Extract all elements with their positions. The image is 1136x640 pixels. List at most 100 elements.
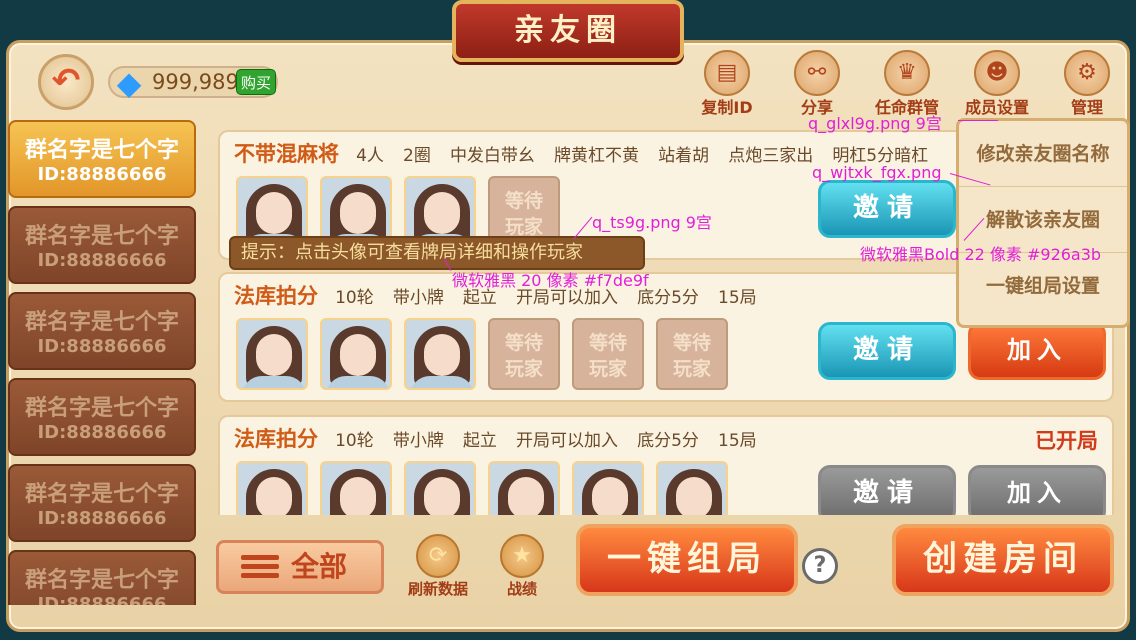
club-name: 群名字是七个字: [24, 224, 179, 249]
waiting-slot: 等待 玩家: [488, 318, 560, 390]
club-name: 群名字是七个字: [24, 310, 179, 335]
room-rule: 牌黄杠不黄: [554, 146, 640, 166]
annotation-line: [958, 120, 998, 121]
player-avatar[interactable]: [404, 318, 476, 390]
club-item[interactable]: 群名字是七个字 ID:88886666: [8, 206, 196, 284]
all-filter-button[interactable]: 全部: [216, 540, 384, 594]
crown-icon: ♛: [884, 50, 930, 96]
room-rule: 站着胡: [658, 146, 710, 166]
refresh-label: 刷新数据: [407, 580, 468, 598]
player-slots: [236, 461, 740, 515]
member-settings-button[interactable]: ☻ 成员设置: [952, 50, 1042, 117]
waiting-slot: 等待 玩家: [572, 318, 644, 390]
invite-button[interactable]: 邀请: [818, 322, 956, 380]
room-rule: 起立: [462, 431, 497, 451]
player-avatar[interactable]: [404, 461, 476, 515]
annotation-label: q_wjtxk_fgx.png: [812, 163, 942, 182]
invite-button[interactable]: 邀请: [818, 180, 956, 238]
player-avatar[interactable]: [320, 318, 392, 390]
room-rule: 开局可以加入: [516, 288, 619, 308]
room-rule: 10轮: [335, 288, 374, 308]
club-name: 群名字是七个字: [24, 482, 179, 507]
join-button[interactable]: 加入: [968, 465, 1106, 515]
copy-icon: ▤: [704, 50, 750, 96]
player-avatar[interactable]: [236, 318, 308, 390]
title-plate: 亲友圈: [452, 0, 684, 62]
appoint-admin-button[interactable]: ♛ 任命群管: [862, 50, 952, 117]
top-toolbar: ▤ 复制ID ⚯ 分享 ♛ 任命群管 ☻ 成员设置 ⚙ 管理: [682, 50, 1132, 117]
refresh-icon: ⟳: [416, 534, 460, 578]
room-rule: 带小牌: [392, 431, 444, 451]
copy-id-label: 复制ID: [701, 98, 753, 117]
person-icon: ☻: [974, 50, 1020, 96]
member-settings-label: 成员设置: [964, 98, 1029, 117]
player-avatar[interactable]: [236, 461, 308, 515]
manage-label: 管理: [1070, 98, 1103, 117]
room-header: 法库拍分 10轮 带小牌 起立 开局可以加入 底分5分 15局: [234, 423, 771, 453]
club-id: ID:88886666: [37, 422, 167, 443]
back-button[interactable]: ↶: [38, 54, 94, 110]
club-id: ID:88886666: [37, 594, 167, 605]
room-name: 法库拍分: [234, 284, 318, 308]
manage-button[interactable]: ⚙ 管理: [1042, 50, 1132, 117]
copy-id-button[interactable]: ▤ 复制ID: [682, 50, 772, 117]
club-id: ID:88886666: [37, 336, 167, 357]
diamond-icon: ◆: [116, 64, 142, 102]
bottom-bar: 全部 ⟳ 刷新数据 ★ 战绩 一键组局 ? 创建房间: [212, 520, 1118, 618]
hint-tooltip: 提示：点击头像可查看牌局详细和操作玩家: [229, 236, 645, 270]
quick-match-button[interactable]: 一键组局: [576, 524, 798, 596]
annotation-label: 微软雅黑 20 像素 #f7de9f: [452, 271, 649, 290]
create-room-button[interactable]: 创建房间: [892, 524, 1114, 596]
room-rule: 带小牌: [392, 288, 444, 308]
club-list: 群名字是七个字 ID:88886666 群名字是七个字 ID:88886666 …: [8, 120, 198, 605]
room-rule: 2圈: [403, 146, 431, 166]
trophy-icon: ★: [500, 534, 544, 578]
club-id: ID:88886666: [37, 250, 167, 271]
annotation-label: q_glxl9g.png 9宫: [808, 114, 942, 133]
player-slots: 等待 玩家 等待 玩家 等待 玩家: [236, 318, 740, 390]
room-status: 已开局: [1035, 429, 1098, 453]
record-label: 战绩: [506, 580, 537, 598]
player-avatar[interactable]: [488, 461, 560, 515]
refresh-button[interactable]: ⟳ 刷新数据: [396, 534, 480, 599]
back-arrow-icon: ↶: [51, 61, 81, 101]
club-item[interactable]: 群名字是七个字 ID:88886666: [8, 550, 196, 605]
menu-item-rename[interactable]: 修改亲友圈名称: [959, 121, 1127, 187]
player-avatar[interactable]: [656, 461, 728, 515]
manage-menu: 修改亲友圈名称 解散该亲友圈 一键组局设置: [956, 118, 1130, 328]
room-rule: 起立: [462, 288, 497, 308]
join-button[interactable]: 加入: [968, 322, 1106, 380]
annotation-label: q_ts9g.png 9宫: [592, 213, 712, 232]
player-avatar[interactable]: [320, 461, 392, 515]
room-rule: 点炮三家出: [728, 146, 814, 166]
help-icon[interactable]: ?: [802, 548, 838, 584]
club-item[interactable]: 群名字是七个字 ID:88886666: [8, 120, 196, 198]
record-button[interactable]: ★ 战绩: [480, 534, 564, 599]
invite-button[interactable]: 邀请: [818, 465, 956, 515]
room-rule: 底分5分: [637, 288, 699, 308]
room-rule: 中发白带幺: [449, 146, 535, 166]
share-icon: ⚯: [794, 50, 840, 96]
club-id: ID:88886666: [37, 164, 167, 185]
room-rule: 开局可以加入: [516, 431, 619, 451]
room-rule: 4人: [356, 146, 384, 166]
diamond-balance: ◆ 999,989 购买: [108, 64, 278, 102]
room-rule: 15局: [718, 431, 757, 451]
club-item[interactable]: 群名字是七个字 ID:88886666: [8, 378, 196, 456]
club-item[interactable]: 群名字是七个字 ID:88886666: [8, 292, 196, 370]
player-avatar[interactable]: [572, 461, 644, 515]
room-rule: 15局: [718, 288, 757, 308]
club-item[interactable]: 群名字是七个字 ID:88886666: [8, 464, 196, 542]
buy-button[interactable]: 购买: [236, 69, 276, 95]
club-name: 群名字是七个字: [24, 568, 179, 593]
page-title: 亲友圈: [514, 13, 622, 48]
all-filter-label: 全部: [291, 550, 348, 583]
share-button[interactable]: ⚯ 分享: [772, 50, 862, 117]
list-icon: [241, 555, 279, 581]
club-id: ID:88886666: [37, 508, 167, 529]
annotation-label: 微软雅黑Bold 22 像素 #926a3b: [860, 245, 1102, 264]
room-name: 不带混麻将: [234, 142, 339, 166]
room-rule: 底分5分: [637, 431, 699, 451]
room-name: 法库拍分: [234, 427, 318, 451]
club-name: 群名字是七个字: [24, 396, 179, 421]
